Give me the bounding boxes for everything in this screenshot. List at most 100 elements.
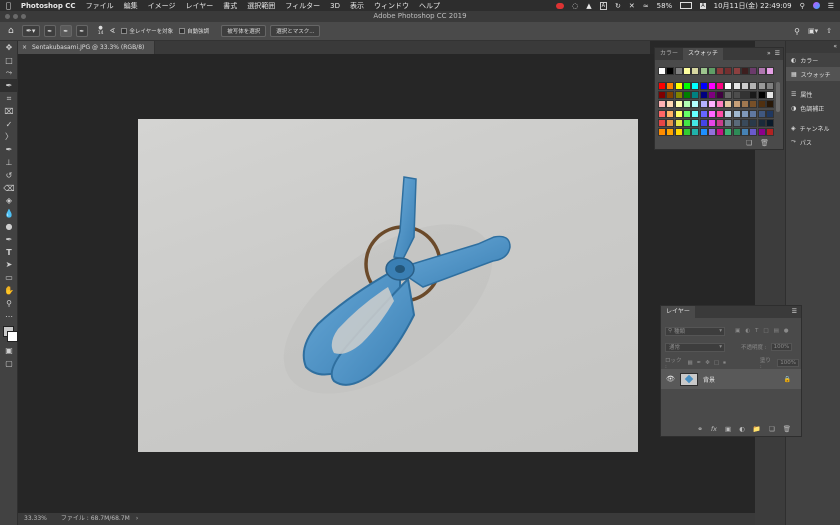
swatch-r4-c0[interactable] bbox=[658, 118, 666, 127]
shape-tool-icon[interactable]: ▭ bbox=[0, 271, 18, 284]
swatch-r5-c4[interactable] bbox=[691, 128, 700, 136]
swatch-r3-c6[interactable] bbox=[707, 109, 716, 118]
swatch-r0-c4[interactable] bbox=[691, 82, 700, 90]
menu-filter[interactable]: フィルター bbox=[285, 1, 320, 11]
swatch-r2-c11[interactable] bbox=[749, 100, 758, 109]
add-mask-icon[interactable]: ▣ bbox=[725, 425, 731, 433]
new-group-folder-icon[interactable]: 📁 bbox=[753, 425, 761, 433]
swatch-top-4[interactable] bbox=[691, 67, 700, 75]
layer-filter-select[interactable]: ⚲ 種類 ▾ bbox=[665, 326, 725, 336]
swatch-r5-c7[interactable] bbox=[716, 128, 725, 136]
menu-file[interactable]: ファイル bbox=[86, 1, 114, 11]
filter-smart-object-icon[interactable]: ▤ bbox=[774, 328, 779, 334]
swatch-r1-c2[interactable] bbox=[674, 91, 683, 100]
new-layer-icon[interactable]: ❏ bbox=[769, 425, 775, 433]
swatch-r3-c8[interactable] bbox=[724, 109, 733, 118]
pen-tool-icon[interactable]: ✒ bbox=[0, 233, 18, 246]
filter-toggle-icon[interactable]: ● bbox=[784, 328, 789, 334]
tab-color[interactable]: カラー bbox=[655, 48, 683, 60]
battery-percent[interactable]: 58% bbox=[657, 2, 673, 10]
swatch-r5-c3[interactable] bbox=[682, 128, 691, 136]
menu-layer[interactable]: レイヤー bbox=[185, 1, 213, 11]
home-icon[interactable]: ⌂ bbox=[8, 26, 14, 36]
swatch-r4-c9[interactable] bbox=[732, 118, 741, 127]
link-layers-icon[interactable]: ⚭ bbox=[697, 425, 702, 433]
dock-item-paths[interactable]: ⤳ パス bbox=[786, 135, 840, 149]
dock-item-adjustments[interactable]: ◑ 色調補正 bbox=[786, 101, 840, 115]
opacity-input[interactable]: 100% bbox=[770, 343, 793, 351]
swatch-r0-c8[interactable] bbox=[724, 82, 733, 90]
close-tab-icon[interactable]: × bbox=[22, 44, 27, 51]
sync-icon[interactable]: ◌ bbox=[572, 2, 578, 10]
panel-menu-icon[interactable]: ☰ bbox=[775, 48, 783, 60]
swatch-r4-c8[interactable] bbox=[724, 118, 733, 127]
swatch-top-8[interactable] bbox=[724, 67, 733, 75]
tab-layers[interactable]: レイヤー bbox=[661, 306, 695, 318]
history-brush-tool-icon[interactable]: ↺ bbox=[0, 169, 18, 182]
swatch-r3-c5[interactable] bbox=[699, 109, 708, 118]
layers-panel-menu-icon[interactable]: ☰ bbox=[792, 306, 801, 318]
battery-icon[interactable] bbox=[680, 2, 693, 9]
swatch-r4-c5[interactable] bbox=[699, 118, 708, 127]
swatch-r2-c13[interactable] bbox=[765, 100, 774, 109]
new-selection-button[interactable]: ✒ bbox=[43, 25, 56, 37]
swatch-r3-c1[interactable] bbox=[666, 109, 675, 118]
swatch-r3-c7[interactable] bbox=[716, 109, 725, 118]
swatch-top-10[interactable] bbox=[741, 67, 749, 75]
quick-mask-icon[interactable]: ▣ bbox=[0, 345, 18, 358]
swatch-top-9[interactable] bbox=[732, 67, 741, 75]
swatch-r1-c11[interactable] bbox=[749, 91, 758, 100]
share-icon[interactable]: ⇧ bbox=[826, 27, 832, 35]
filter-shape-icon[interactable]: □ bbox=[763, 328, 768, 334]
swatch-r1-c6[interactable] bbox=[707, 91, 716, 100]
document-tab[interactable]: × Sentakubasami.JPG @ 33.3% (RGB/8) bbox=[18, 41, 155, 54]
swatch-r0-c6[interactable] bbox=[707, 82, 716, 90]
swatch-r0-c13[interactable] bbox=[765, 82, 774, 90]
swatch-r5-c9[interactable] bbox=[732, 128, 741, 136]
layer-style-fx-icon[interactable]: fx bbox=[711, 425, 717, 433]
zoom-tool-icon[interactable]: ⚲ bbox=[0, 297, 18, 310]
swatch-r1-c8[interactable] bbox=[724, 91, 733, 100]
menu-3d[interactable]: 3D bbox=[330, 2, 340, 10]
more-tools-icon[interactable]: ⋯ bbox=[0, 310, 18, 323]
dock-item-color[interactable]: ◐ カラー bbox=[786, 53, 840, 67]
swatch-r3-c12[interactable] bbox=[757, 109, 766, 118]
add-to-selection-button[interactable]: ✒ bbox=[59, 25, 72, 37]
background-color-swatch[interactable] bbox=[7, 330, 18, 342]
lock-position-icon[interactable]: ✥ bbox=[705, 360, 710, 366]
siri-icon[interactable] bbox=[812, 2, 820, 9]
swatch-r4-c3[interactable] bbox=[682, 118, 691, 127]
swatch-r4-c7[interactable] bbox=[716, 118, 725, 127]
swatch-r2-c9[interactable] bbox=[732, 100, 741, 109]
clone-stamp-tool-icon[interactable]: ⊥ bbox=[0, 156, 18, 169]
status-menu-arrow-icon[interactable]: › bbox=[136, 513, 138, 525]
swatch-r0-c1[interactable] bbox=[666, 82, 675, 90]
filter-adjustment-icon[interactable]: ◐ bbox=[745, 328, 750, 334]
eraser-tool-icon[interactable]: ⌫ bbox=[0, 182, 18, 195]
swatch-r1-c5[interactable] bbox=[699, 91, 708, 100]
swatch-top-2[interactable] bbox=[674, 67, 683, 75]
swatch-r0-c5[interactable] bbox=[699, 82, 708, 90]
spotlight-search-icon[interactable]: ⚲ bbox=[800, 2, 805, 10]
swatch-r1-c7[interactable] bbox=[716, 91, 725, 100]
zoom-level[interactable]: 33.33% bbox=[24, 513, 47, 525]
swatch-r3-c9[interactable] bbox=[732, 109, 741, 118]
expand-dock-icon[interactable]: « bbox=[833, 43, 837, 50]
lock-artboard-icon[interactable]: □ bbox=[714, 360, 719, 366]
select-subject-button[interactable]: 被写体を選択 bbox=[221, 25, 267, 37]
marquee-tool-icon[interactable]: □ bbox=[0, 54, 18, 67]
swatch-r1-c9[interactable] bbox=[732, 91, 741, 100]
dodge-tool-icon[interactable]: ● bbox=[0, 220, 18, 233]
brush-tool-icon[interactable]: ✒ bbox=[0, 143, 18, 156]
dock-item-channels[interactable]: ◈ チャンネル bbox=[786, 121, 840, 135]
blur-tool-icon[interactable]: 💧 bbox=[0, 207, 18, 220]
swatch-r3-c3[interactable] bbox=[682, 109, 691, 118]
layer-row-background[interactable]: 👁 背景 🔒 bbox=[661, 369, 801, 389]
close-window-button[interactable] bbox=[5, 14, 10, 19]
swatch-r2-c7[interactable] bbox=[716, 100, 725, 109]
swatch-r1-c1[interactable] bbox=[666, 91, 675, 100]
menu-help[interactable]: ヘルプ bbox=[419, 1, 440, 11]
swatch-r3-c4[interactable] bbox=[691, 109, 700, 118]
swatch-r0-c12[interactable] bbox=[757, 82, 766, 90]
minimize-window-button[interactable] bbox=[13, 14, 18, 19]
